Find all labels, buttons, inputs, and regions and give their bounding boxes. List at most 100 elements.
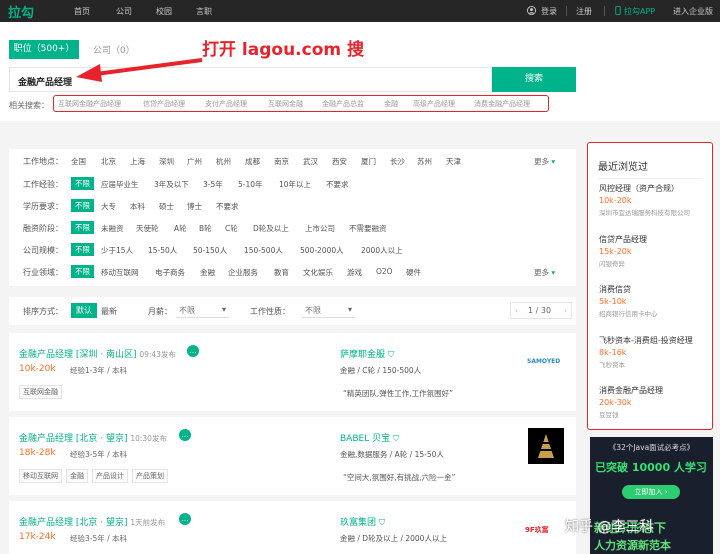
filter-option[interactable]: 上市公司: [305, 223, 335, 234]
sort-default-button[interactable]: 默认: [71, 303, 97, 318]
job-title[interactable]: 金融产品经理 [深圳 · 南山区] 09:43发布: [19, 347, 176, 360]
salary-dropdown[interactable]: 不限: [176, 302, 229, 318]
filter-option[interactable]: 天津: [446, 156, 461, 167]
company-name[interactable]: 萨摩耶金服 ⛉: [340, 347, 397, 360]
related-search-item[interactable]: 互联网金融: [268, 99, 303, 109]
filter-option[interactable]: 杭州: [216, 156, 231, 167]
related-search-item[interactable]: 高级产品经理: [413, 99, 455, 109]
filter-option[interactable]: 游戏: [347, 267, 362, 278]
user-icon[interactable]: [527, 6, 536, 17]
filter-option[interactable]: 北京: [101, 156, 116, 167]
filter-option[interactable]: 南京: [274, 156, 289, 167]
filter-option[interactable]: 不要求: [326, 179, 349, 190]
filter-option[interactable]: 不需要融资: [349, 223, 387, 234]
filter-option[interactable]: 武汉: [303, 156, 318, 167]
filter-option[interactable]: 上海: [130, 156, 145, 167]
filter-option[interactable]: 少于15人: [101, 245, 133, 256]
ad-join-button[interactable]: 立即加入 ›: [622, 485, 680, 499]
company-name[interactable]: 玖富集团 ⛉: [340, 515, 388, 528]
filter-option-selected[interactable]: 不限: [71, 221, 94, 234]
company-logo[interactable]: SAMOYED: [527, 344, 563, 380]
job-title[interactable]: 金融产品经理 [北京 · 望京] 1天前发布: [19, 515, 165, 528]
nav-home[interactable]: 首页: [74, 6, 90, 17]
filter-option[interactable]: 5-10年: [238, 179, 263, 190]
login-link[interactable]: 登录: [541, 6, 557, 17]
tab-companies[interactable]: 公司（0）: [93, 43, 135, 56]
filter-option[interactable]: D轮及以上: [253, 223, 289, 234]
chat-icon[interactable]: …: [179, 429, 191, 441]
recent-job-item[interactable]: 消费信贷 5k-10k 招商银行信用卡中心: [599, 284, 709, 318]
filter-option[interactable]: 应届毕业生: [101, 179, 139, 190]
filter-option[interactable]: 硬件: [406, 267, 421, 278]
ad-banner[interactable]: 《32个Java面试必考点》 已突破 10000 人学习 立即加入 › 新组织形…: [590, 437, 713, 554]
filter-option-selected[interactable]: 不限: [71, 177, 94, 190]
filter-option[interactable]: 15-50人: [148, 245, 177, 256]
job-title[interactable]: 金融产品经理 [北京 · 望京] 10:30发布: [19, 431, 167, 444]
sort-newest-button[interactable]: 最新: [101, 306, 117, 317]
nav-talk[interactable]: 言职: [196, 6, 212, 17]
filter-option[interactable]: 广州: [187, 156, 202, 167]
job-card[interactable]: 金融产品经理 [北京 · 望京] 10:30发布 … 18k-28k 经验3-5…: [9, 417, 576, 495]
filter-option[interactable]: 电子商务: [155, 267, 185, 278]
job-nature-dropdown[interactable]: 不限: [302, 302, 355, 318]
filter-option[interactable]: 50-150人: [193, 245, 227, 256]
filter-option[interactable]: 天使轮: [136, 223, 159, 234]
company-logo[interactable]: 9F玖富: [525, 512, 561, 548]
filter-option[interactable]: 本科: [130, 201, 145, 212]
related-search-item[interactable]: 互联网金融产品经理: [58, 99, 121, 109]
filter-option[interactable]: 2000人以上: [361, 245, 403, 256]
filter-option[interactable]: O2O: [376, 267, 393, 276]
filter-option[interactable]: 教育: [274, 267, 289, 278]
filter-more-button[interactable]: 更多: [534, 267, 555, 278]
filter-option[interactable]: 10年以上: [279, 179, 311, 190]
filter-more-button[interactable]: 更多: [534, 156, 555, 167]
filter-option[interactable]: A轮: [174, 223, 187, 234]
chat-icon[interactable]: …: [187, 345, 199, 357]
company-name[interactable]: BABEL 贝宝 ⛉: [340, 431, 402, 444]
filter-option[interactable]: 3年及以下: [154, 179, 189, 190]
filter-option[interactable]: 博士: [187, 201, 202, 212]
lagou-logo[interactable]: 拉勾: [8, 2, 34, 21]
company-logo[interactable]: [528, 428, 564, 464]
chat-icon[interactable]: …: [179, 513, 191, 525]
recent-job-item[interactable]: 信贷产品经理 15k-20k 闪银奇异: [599, 234, 709, 268]
filter-option[interactable]: 移动互联网: [101, 267, 139, 278]
next-page-icon[interactable]: ›: [564, 306, 567, 315]
register-link[interactable]: 注册: [576, 6, 592, 17]
search-button[interactable]: 搜索: [492, 67, 576, 92]
nav-campus[interactable]: 校园: [156, 6, 172, 17]
app-link[interactable]: 拉勾APP: [624, 6, 655, 17]
filter-option[interactable]: 西安: [332, 156, 347, 167]
filter-option[interactable]: 全国: [71, 156, 86, 167]
filter-option[interactable]: 金融: [200, 267, 215, 278]
filter-option[interactable]: 长沙: [390, 156, 405, 167]
filter-option[interactable]: 成都: [245, 156, 260, 167]
filter-option[interactable]: 未融资: [101, 223, 124, 234]
related-search-item[interactable]: 消费金融产品经理: [474, 99, 530, 109]
filter-option[interactable]: 3-5年: [203, 179, 223, 190]
job-card[interactable]: 金融产品经理 [北京 · 望京] 1天前发布 … 17k-24k 经验3-5年 …: [9, 501, 576, 554]
related-search-item[interactable]: 支付产品经理: [205, 99, 247, 109]
tab-jobs[interactable]: 职位（500+）: [9, 40, 79, 59]
nav-company[interactable]: 公司: [116, 6, 132, 17]
prev-page-icon[interactable]: ‹: [515, 306, 518, 315]
filter-option[interactable]: 厦门: [361, 156, 376, 167]
filter-option-selected[interactable]: 不限: [71, 199, 94, 212]
filter-option[interactable]: 苏州: [417, 156, 432, 167]
filter-option[interactable]: 大专: [101, 201, 116, 212]
filter-option[interactable]: 企业服务: [228, 267, 258, 278]
filter-option-selected[interactable]: 不限: [71, 265, 94, 278]
filter-option-selected[interactable]: 不限: [71, 243, 94, 256]
recent-job-item[interactable]: 飞秒资本-消费组-投资经理 8k-16k 飞秒资本: [599, 335, 709, 369]
filter-option[interactable]: 不要求: [216, 201, 239, 212]
job-card[interactable]: 金融产品经理 [深圳 · 南山区] 09:43发布 … 10k-20k 经验1-…: [9, 333, 576, 411]
filter-option[interactable]: 硕士: [159, 201, 174, 212]
recent-job-item[interactable]: 消费金融产品经理 20k-30k 豆豆钱: [599, 385, 709, 419]
filter-option[interactable]: 500-2000人: [300, 245, 344, 256]
filter-option[interactable]: B轮: [199, 223, 212, 234]
recent-job-item[interactable]: 风控经理（资产合规） 10k-20k 深圳市宜达瑞服务科技有限公司: [599, 183, 709, 217]
enterprise-link[interactable]: 进入企业版: [673, 6, 713, 17]
filter-option[interactable]: 深圳: [159, 156, 174, 167]
filter-option[interactable]: 文化娱乐: [303, 267, 333, 278]
filter-option[interactable]: 150-500人: [244, 245, 283, 256]
